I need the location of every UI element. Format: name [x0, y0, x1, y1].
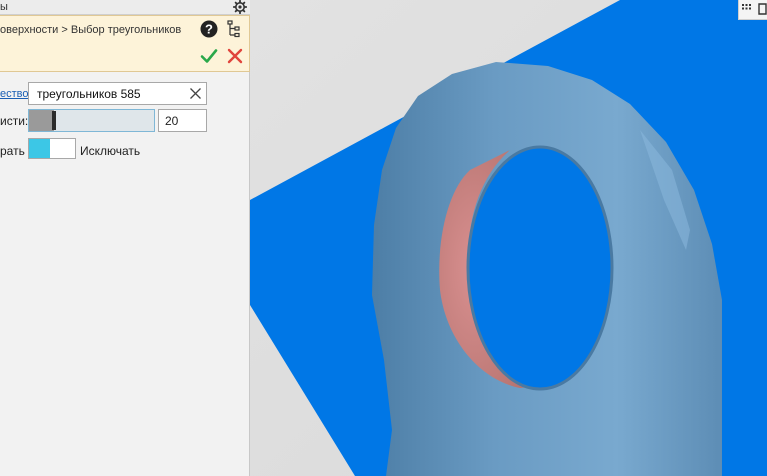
- exclude-label: Исключать: [80, 144, 141, 158]
- triangle-count-text: треугольников 585: [37, 87, 141, 101]
- toggle-knob: [29, 139, 50, 158]
- 3d-viewport[interactable]: [250, 0, 767, 476]
- select-exclude-toggle[interactable]: [28, 138, 76, 159]
- frame-icon[interactable]: [757, 2, 767, 16]
- panel-title: ы: [0, 1, 8, 13]
- slider-thumb[interactable]: [52, 111, 56, 130]
- panel-header: ы: [0, 0, 250, 15]
- gear-icon[interactable]: [233, 0, 247, 14]
- slider-fill: [29, 110, 54, 131]
- check-icon[interactable]: [200, 47, 218, 65]
- method-link[interactable]: ество: [0, 88, 29, 100]
- select-label: рать: [0, 144, 25, 158]
- smoothness-slider[interactable]: [28, 109, 155, 132]
- smoothness-value-input[interactable]: 20: [158, 109, 207, 132]
- clear-icon[interactable]: [189, 87, 202, 100]
- svg-text:?: ?: [205, 22, 213, 37]
- breadcrumb: оверхности > Выбор треугольников: [0, 24, 182, 36]
- command-box: оверхности > Выбор треугольников ?: [0, 15, 250, 72]
- help-icon[interactable]: ?: [200, 20, 218, 38]
- side-panel: ы оверхности > Выбор треугольников ? ест…: [0, 0, 250, 476]
- view-toolbar: [738, 0, 767, 20]
- smoothness-value-text: 20: [165, 114, 179, 128]
- grid-icon[interactable]: [741, 2, 754, 15]
- viewport-scene: [250, 0, 767, 476]
- tree-icon[interactable]: [226, 20, 242, 38]
- close-icon[interactable]: [226, 47, 244, 65]
- smoothness-label: исти:: [0, 114, 29, 128]
- triangle-count-field[interactable]: треугольников 585: [28, 82, 207, 105]
